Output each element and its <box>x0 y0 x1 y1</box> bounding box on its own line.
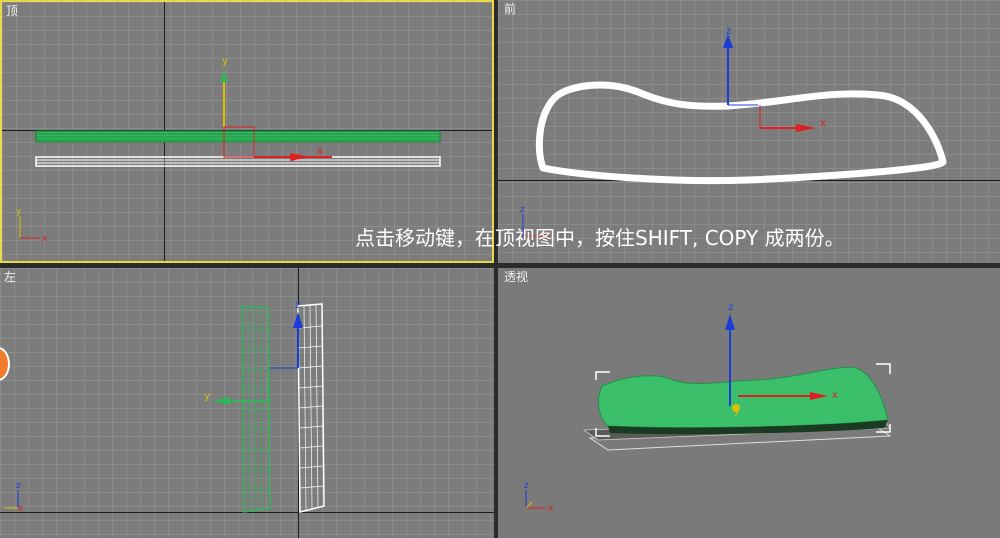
move-gizmo-front[interactable] <box>723 34 816 132</box>
perspective-selected-object[interactable] <box>598 366 889 435</box>
axis-tripod-perspective: z x <box>524 481 554 514</box>
gizmo-label-x: x <box>317 146 323 157</box>
shape-outline-front[interactable] <box>535 81 947 185</box>
gizmo-label-y: y <box>734 407 740 417</box>
copied-object-left[interactable] <box>297 303 325 513</box>
svg-text:z: z <box>520 205 525 215</box>
svg-text:x: x <box>42 234 48 244</box>
svg-text:x: x <box>548 504 554 514</box>
perspective-scene: z x y z x <box>524 302 892 514</box>
gizmo-label-z: z <box>295 300 300 311</box>
gizmo-label-x: x <box>832 390 838 401</box>
viewport-left[interactable]: 左 z y z x <box>0 268 494 538</box>
copied-object-top[interactable] <box>35 156 441 167</box>
selected-object-left[interactable] <box>241 305 271 513</box>
gizmo-label-y: y <box>222 56 228 67</box>
gizmo-label-y: y <box>204 391 210 402</box>
axis-tripod-top: y x <box>16 207 48 244</box>
move-gizmo-left[interactable] <box>212 312 303 405</box>
svg-text:y: y <box>16 207 22 217</box>
svg-text:x: x <box>18 504 24 514</box>
gizmo-label-z: z <box>726 26 731 37</box>
svg-text:z: z <box>16 481 21 491</box>
svg-text:z: z <box>524 481 529 491</box>
left-view-scene: z y z x <box>4 300 325 514</box>
selected-object-top[interactable] <box>35 130 441 143</box>
gizmo-label-z: z <box>728 302 733 313</box>
axis-tripod-left: z x <box>4 481 24 514</box>
move-gizmo-top[interactable] <box>220 70 332 161</box>
gizmo-label-x: x <box>820 118 826 129</box>
instruction-caption: 点击移动键，在顶视图中，按住SHIFT, COPY 成两份。 <box>355 226 845 250</box>
viewport-perspective[interactable]: 透视 z x y z x <box>498 268 1000 538</box>
